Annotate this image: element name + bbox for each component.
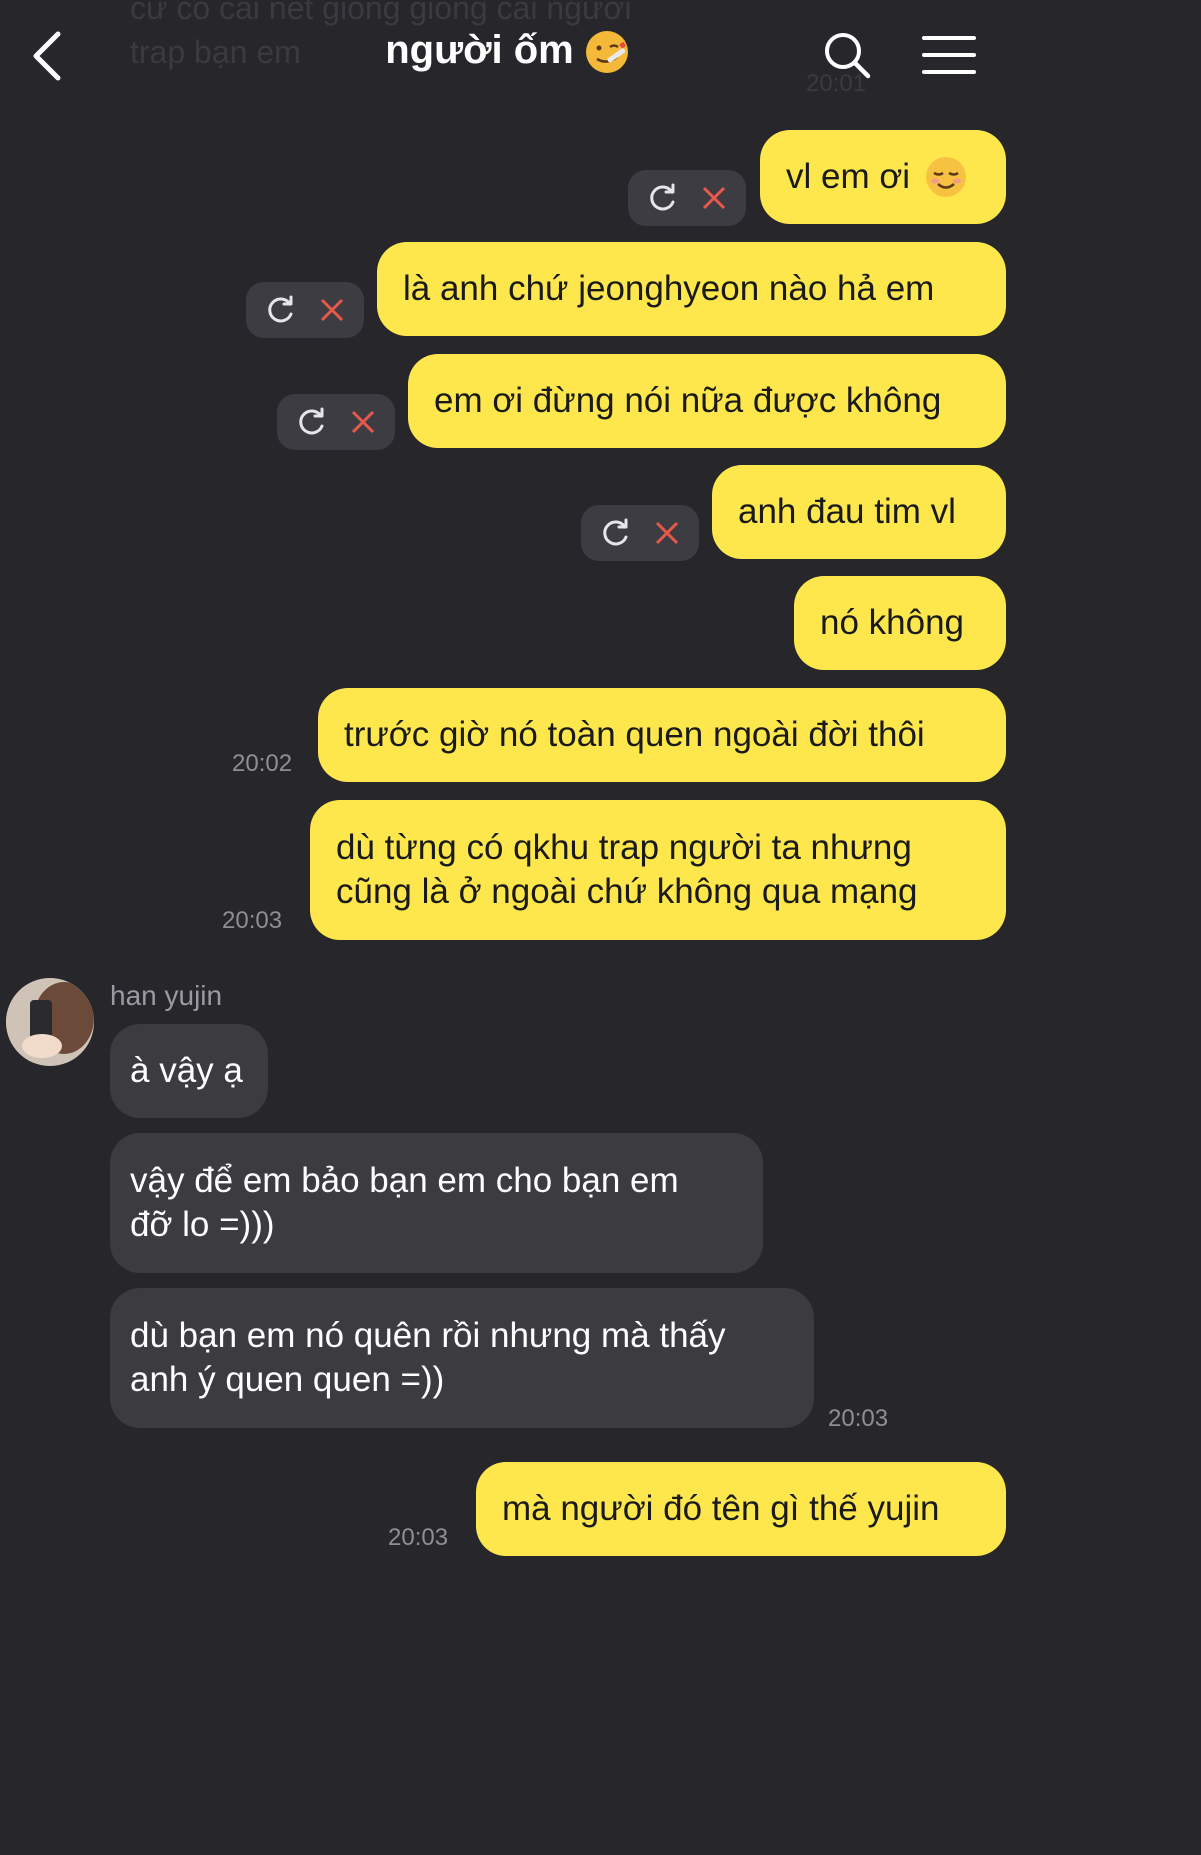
delete-button[interactable] (701, 185, 727, 211)
chat-title: người ốm (385, 28, 574, 72)
failed-message-actions (628, 170, 746, 226)
outgoing-message[interactable]: là anh chứ jeonghyeon nào hả em (377, 242, 1006, 336)
outgoing-message[interactable]: trước giờ nó toàn quen ngoài đời thôi (318, 688, 1006, 782)
retry-icon (602, 518, 627, 546)
delete-button[interactable] (319, 297, 345, 323)
outgoing-message[interactable]: em ơi đừng nói nữa được không (408, 354, 1006, 448)
message-text: dù từng có qkhu trap người ta nhưng cũng… (336, 828, 918, 911)
delete-button[interactable] (350, 409, 376, 435)
delete-button[interactable] (654, 520, 680, 546)
chat-header: người ốm (0, 0, 1015, 110)
message-text: là anh chứ jeonghyeon nào hả em (403, 269, 935, 308)
menu-icon (922, 36, 976, 74)
sender-name: han yujin (110, 980, 223, 1011)
retry-button[interactable] (297, 407, 327, 437)
delete-icon (351, 410, 374, 434)
retry-button[interactable] (601, 518, 631, 548)
message-text: vậy để em bảo bạn em cho bạn em đỡ lo =)… (130, 1161, 679, 1244)
message-text: nó không (820, 603, 965, 642)
retry-icon (649, 183, 674, 211)
outgoing-message[interactable]: anh đau tim vl (712, 465, 1006, 559)
message-text: vl em ơi (786, 157, 911, 196)
delete-icon (702, 186, 725, 210)
relieved-smile-icon (926, 157, 967, 197)
search-button[interactable] (822, 30, 872, 80)
incoming-message[interactable]: dù bạn em nó quên rồi nhưng mà thấy anh … (110, 1288, 814, 1428)
message-time: 20:03 (828, 1405, 889, 1432)
incoming-message[interactable]: à vậy ạ (110, 1024, 268, 1118)
message-text: anh đau tim vl (738, 492, 956, 531)
retry-button[interactable] (266, 295, 296, 325)
incoming-message[interactable]: vậy để em bảo bạn em cho bạn em đỡ lo =)… (110, 1133, 763, 1273)
retry-icon (298, 407, 323, 435)
sick-face-icon (585, 31, 628, 74)
delete-icon (655, 521, 678, 545)
retry-icon (267, 295, 292, 323)
avatar[interactable] (6, 978, 94, 1066)
message-time: 20:03 (222, 907, 283, 934)
message-text: mà người đó tên gì thế yujin (502, 1489, 940, 1528)
menu-button[interactable] (922, 34, 976, 76)
message-text: trước giờ nó toàn quen ngoài đời thôi (344, 715, 925, 754)
message-time: 20:03 (388, 1524, 449, 1551)
message-text: à vậy ạ (130, 1051, 243, 1090)
failed-message-actions (581, 505, 699, 561)
outgoing-message[interactable]: dù từng có qkhu trap người ta nhưng cũng… (310, 800, 1006, 940)
outgoing-message[interactable]: mà người đó tên gì thế yujin (476, 1462, 1006, 1556)
message-text: dù bạn em nó quên rồi nhưng mà thấy anh … (130, 1316, 726, 1399)
message-time: 20:02 (232, 750, 293, 777)
outgoing-message[interactable]: nó không (794, 576, 1006, 670)
message-text: em ơi đừng nói nữa được không (434, 381, 942, 420)
avatar-photo-icon (6, 978, 94, 1066)
retry-button[interactable] (648, 183, 678, 213)
outgoing-message[interactable]: vl em ơi (760, 130, 1006, 224)
delete-icon (320, 298, 343, 322)
search-icon (825, 33, 871, 79)
failed-message-actions (246, 282, 364, 338)
failed-message-actions (277, 394, 395, 450)
